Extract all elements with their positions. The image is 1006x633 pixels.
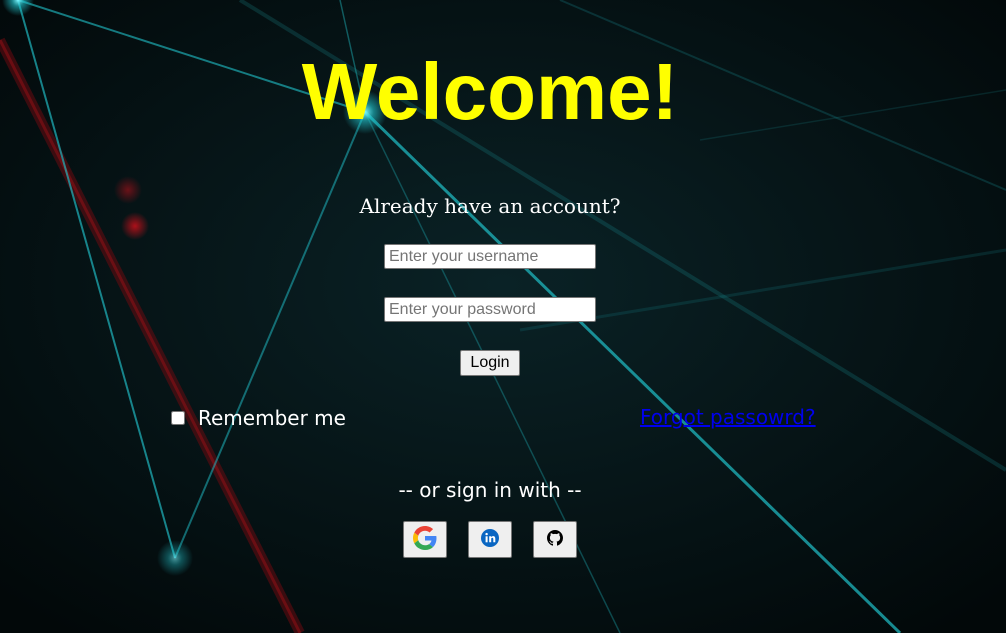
linkedin-icon bbox=[480, 528, 500, 551]
remember-me[interactable]: Remember me bbox=[171, 405, 346, 431]
github-signin-button[interactable] bbox=[533, 521, 577, 558]
forgot-password-link[interactable]: Forgot passowrd? bbox=[640, 404, 816, 430]
github-icon bbox=[547, 530, 563, 549]
password-input[interactable] bbox=[384, 297, 596, 322]
login-button[interactable]: Login bbox=[460, 350, 520, 376]
remember-me-checkbox[interactable] bbox=[171, 411, 185, 425]
google-signin-button[interactable] bbox=[403, 521, 447, 558]
social-divider: -- or sign in with -- bbox=[398, 478, 582, 502]
linkedin-signin-button[interactable] bbox=[468, 521, 512, 558]
remember-me-label: Remember me bbox=[198, 406, 346, 430]
google-icon bbox=[413, 526, 437, 553]
page-title: Welcome! bbox=[301, 47, 679, 136]
account-prompt: Already have an account? bbox=[359, 194, 621, 218]
username-input[interactable] bbox=[384, 244, 596, 269]
